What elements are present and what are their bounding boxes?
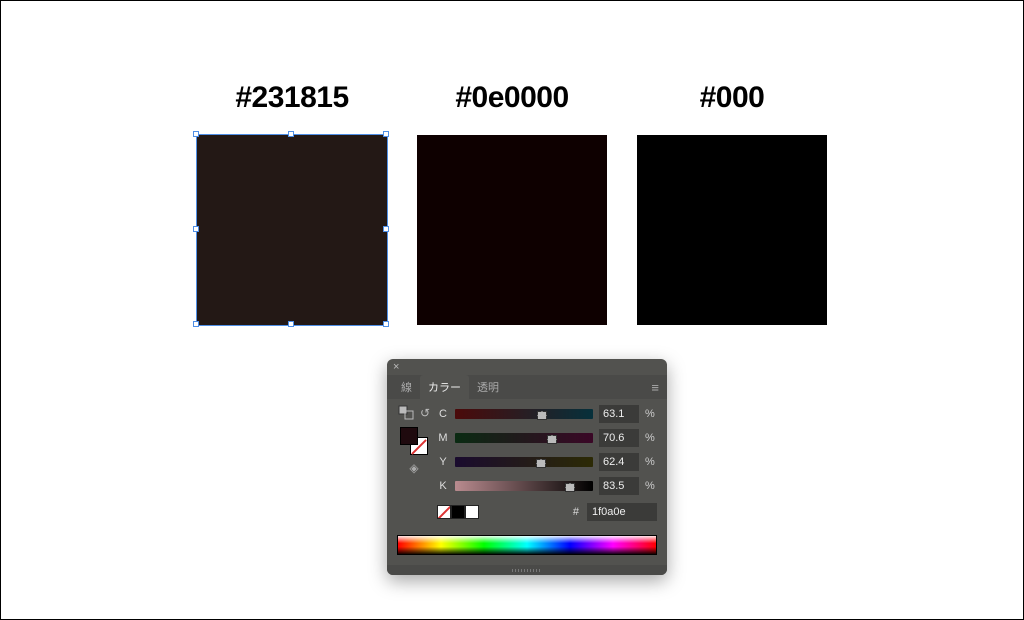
- row-black: K %: [437, 477, 657, 495]
- input-cyan[interactable]: [599, 405, 639, 423]
- slider-black[interactable]: [455, 481, 593, 491]
- hash-symbol: #: [573, 506, 579, 518]
- percent-symbol: %: [645, 456, 657, 468]
- row-magenta: M %: [437, 429, 657, 447]
- out-of-gamut-icon[interactable]: ◈: [409, 461, 418, 475]
- slider-thumb[interactable]: [536, 459, 546, 468]
- fill-stroke-swap-icon[interactable]: [398, 405, 416, 421]
- swatch-3-label: #000: [700, 81, 765, 115]
- label-c: C: [437, 408, 449, 420]
- panel-menu-button[interactable]: ≡: [651, 380, 659, 395]
- mini-no-color[interactable]: [437, 505, 451, 519]
- color-panel: × 線 カラー 透明 ≡ ↺ ◈ C %: [387, 359, 667, 575]
- selection-handle[interactable]: [383, 131, 389, 137]
- percent-symbol: %: [645, 432, 657, 444]
- hex-input[interactable]: [587, 503, 657, 521]
- panel-tabs: 線 カラー 透明 ≡: [387, 375, 667, 399]
- selection-handle[interactable]: [193, 321, 199, 327]
- selection-handle[interactable]: [383, 321, 389, 327]
- selection-outline: [196, 134, 388, 326]
- swatch-1-label: #231815: [235, 81, 348, 115]
- selection-handle[interactable]: [193, 131, 199, 137]
- swatch-1: #231815: [197, 81, 387, 325]
- panel-body: ↺ ◈ C % M % Y: [387, 399, 667, 529]
- input-black[interactable]: [599, 477, 639, 495]
- input-yellow[interactable]: [599, 453, 639, 471]
- swatch-1-box[interactable]: [197, 135, 387, 325]
- slider-yellow[interactable]: [455, 457, 593, 467]
- selection-handle[interactable]: [288, 131, 294, 137]
- mini-swatches: [437, 505, 479, 519]
- selection-handle[interactable]: [383, 226, 389, 232]
- percent-symbol: %: [645, 480, 657, 492]
- swatch-3-box[interactable]: [637, 135, 827, 325]
- swatch-2-box[interactable]: [417, 135, 607, 325]
- panel-left-column: ↺ ◈: [397, 405, 431, 521]
- panel-sliders: C % M % Y % K %: [437, 405, 657, 521]
- hex-row: #: [437, 503, 657, 521]
- mini-black[interactable]: [451, 505, 465, 519]
- selection-handle[interactable]: [288, 321, 294, 327]
- tab-stroke[interactable]: 線: [393, 375, 420, 399]
- row-cyan: C %: [437, 405, 657, 423]
- label-y: Y: [437, 456, 449, 468]
- slider-thumb[interactable]: [537, 411, 547, 420]
- panel-close-button[interactable]: ×: [393, 361, 399, 373]
- color-spectrum[interactable]: [397, 535, 657, 555]
- tab-opacity[interactable]: 透明: [469, 375, 507, 399]
- swatch-2: #0e0000: [417, 81, 607, 325]
- panel-titlebar[interactable]: ×: [387, 359, 667, 375]
- fill-stroke-indicator[interactable]: [400, 427, 428, 455]
- slider-cyan[interactable]: [455, 409, 593, 419]
- tab-color[interactable]: カラー: [420, 375, 469, 399]
- slider-magenta[interactable]: [455, 433, 593, 443]
- input-magenta[interactable]: [599, 429, 639, 447]
- panel-resize-grip[interactable]: [387, 565, 667, 575]
- mini-white[interactable]: [465, 505, 479, 519]
- row-yellow: Y %: [437, 453, 657, 471]
- swatch-row: #231815 #0e0000 #000: [1, 81, 1023, 325]
- slider-thumb[interactable]: [565, 483, 575, 492]
- swatch-3: #000: [637, 81, 827, 325]
- slider-thumb[interactable]: [547, 435, 557, 444]
- label-m: M: [437, 432, 449, 444]
- label-k: K: [437, 480, 449, 492]
- swatch-2-label: #0e0000: [455, 81, 568, 115]
- reset-colors-icon[interactable]: ↺: [420, 406, 430, 420]
- selection-handle[interactable]: [193, 226, 199, 232]
- fill-color-box[interactable]: [400, 427, 418, 445]
- percent-symbol: %: [645, 408, 657, 420]
